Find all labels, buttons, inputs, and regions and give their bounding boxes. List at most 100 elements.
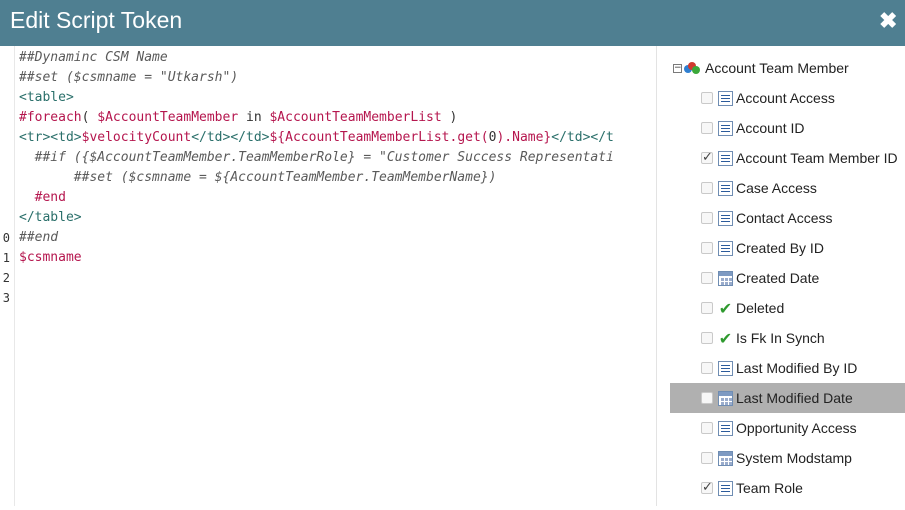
date-field-icon: [718, 450, 733, 466]
tree-field-item[interactable]: System Modstamp: [670, 443, 905, 473]
text-field-icon: [718, 360, 733, 376]
tree-field-item[interactable]: Last Modified Date: [670, 383, 905, 413]
field-label: Created By ID: [736, 240, 824, 256]
code-line: <table>: [19, 88, 656, 108]
field-tree-panel: − Account Team Member Account Access Acco…: [670, 46, 905, 506]
code-token: ##end: [19, 230, 59, 245]
tree-root-account-team-member[interactable]: − Account Team Member: [670, 54, 905, 82]
code-token: #end: [19, 190, 66, 205]
text-field-icon: [718, 90, 733, 106]
code-token: <tr><td>: [19, 130, 82, 145]
date-field-icon: [718, 390, 733, 406]
text-field-icon: [718, 480, 733, 496]
tree-field-item[interactable]: Account ID: [670, 113, 905, 143]
code-line: ##end: [19, 228, 656, 248]
text-field-icon: [718, 210, 733, 226]
code-line: ##if ({$AccountTeamMember.TeamMemberRole…: [19, 148, 656, 168]
field-checkbox[interactable]: [701, 392, 713, 404]
code-token: ).Name}: [496, 130, 552, 145]
code-token: <table>: [19, 90, 74, 105]
text-field-icon: [718, 240, 733, 256]
field-checkbox[interactable]: [701, 122, 713, 134]
code-line: #foreach( $AccountTeamMember in $Account…: [19, 108, 656, 128]
line-number-gutter: 0 1 2 3: [0, 46, 15, 506]
field-checkbox[interactable]: [701, 272, 713, 284]
code-token: $velocityCount: [81, 130, 192, 145]
field-checkbox[interactable]: [701, 302, 713, 314]
field-checkbox[interactable]: [701, 182, 713, 194]
field-label: Deleted: [736, 300, 785, 316]
code-token: $AccountTeamMemberList: [269, 110, 442, 125]
code-token: ${AccountTeamMemberList.get(: [269, 130, 489, 145]
tree-root-label: Account Team Member: [705, 60, 849, 76]
tree-field-item[interactable]: ✓ Account Team Member ID: [670, 143, 905, 173]
code-token: ##set ($csmname = ${AccountTeamMember.Te…: [19, 170, 497, 185]
text-field-icon: [718, 120, 733, 136]
code-line: ##Dynaminc CSM Name: [19, 48, 656, 68]
object-icon: [684, 62, 700, 74]
text-field-icon: [718, 420, 733, 436]
line-number: 2: [2, 271, 10, 285]
code-line: </table>: [19, 208, 656, 228]
field-label: Created Date: [736, 270, 820, 286]
field-checkbox[interactable]: [701, 452, 713, 464]
field-checkbox[interactable]: [701, 212, 713, 224]
collapse-icon[interactable]: −: [673, 63, 682, 73]
tree-field-item[interactable]: Created By ID: [670, 233, 905, 263]
tree-field-item[interactable]: ✔ Is Fk In Synch: [670, 323, 905, 353]
field-checkbox[interactable]: ✓: [701, 481, 713, 494]
close-icon[interactable]: ✖: [879, 10, 897, 32]
field-checkbox[interactable]: [701, 242, 713, 254]
code-area[interactable]: ##Dynaminc CSM Name ##set ($csmname = "Ut…: [19, 48, 656, 268]
field-label: Last Modified Date: [736, 390, 853, 406]
line-number: 0: [2, 231, 10, 245]
code-line: #end: [19, 188, 656, 208]
boolean-field-icon: ✔: [718, 328, 733, 348]
field-label: Case Access: [736, 180, 817, 196]
date-field-icon: [718, 270, 733, 286]
field-checkbox[interactable]: [701, 332, 713, 344]
script-editor[interactable]: 0 1 2 3 ##Dynaminc CSM Name ##set ($csmname …: [0, 46, 657, 506]
field-checkbox[interactable]: [701, 362, 713, 374]
line-number: 1: [2, 251, 10, 265]
field-checkbox[interactable]: [701, 422, 713, 434]
code-token: in: [238, 110, 270, 125]
code-line: ##set ($csmname = "Utkarsh"): [19, 68, 656, 88]
tree-field-item[interactable]: Opportunity Access: [670, 413, 905, 443]
text-field-icon: [718, 180, 733, 196]
field-label: Opportunity Access: [736, 420, 857, 436]
code-token: ##set ($csmname = "Utkarsh"): [19, 70, 239, 85]
field-label: Is Fk In Synch: [736, 330, 825, 346]
code-token: </td></t: [551, 130, 614, 145]
boolean-field-icon: ✔: [718, 298, 733, 318]
tree-field-item[interactable]: Case Access: [670, 173, 905, 203]
tree-field-item[interactable]: Created Date: [670, 263, 905, 293]
tree-field-item[interactable]: Last Modified By ID: [670, 353, 905, 383]
tree-field-item[interactable]: ✓ Team Role: [670, 473, 905, 503]
tree-field-item[interactable]: Contact Access: [670, 203, 905, 233]
code-token: ): [441, 110, 458, 125]
dialog-title: Edit Script Token: [10, 7, 183, 33]
dialog-titlebar: Edit Script Token ✖: [0, 0, 905, 46]
tree-field-item[interactable]: ✔ Deleted: [670, 293, 905, 323]
field-checkbox[interactable]: [701, 92, 713, 104]
line-number: 3: [2, 291, 10, 305]
code-token: (: [81, 110, 98, 125]
field-label: System Modstamp: [736, 450, 852, 466]
code-token: $AccountTeamMember: [97, 110, 239, 125]
field-label: Account ID: [736, 120, 805, 136]
field-label: Account Access: [736, 90, 835, 106]
code-line: ##set ($csmname = ${AccountTeamMember.Te…: [19, 168, 656, 188]
code-token: $csmname: [19, 250, 82, 265]
field-label: Team Role: [736, 480, 803, 496]
field-label: Contact Access: [736, 210, 833, 226]
field-checkbox[interactable]: ✓: [701, 151, 713, 164]
field-label: Account Team Member ID: [736, 150, 898, 166]
code-token: ##Dynaminc CSM Name: [19, 50, 168, 65]
code-line: <tr><td>$velocityCount</td></td>${Accoun…: [19, 128, 656, 148]
tree-field-item[interactable]: Account Access: [670, 83, 905, 113]
code-token: ##if ({$AccountTeamMember.TeamMemberRole…: [19, 150, 614, 165]
code-token: </td></td>: [191, 130, 270, 145]
code-line: $csmname: [19, 248, 656, 268]
field-label: Last Modified By ID: [736, 360, 858, 376]
